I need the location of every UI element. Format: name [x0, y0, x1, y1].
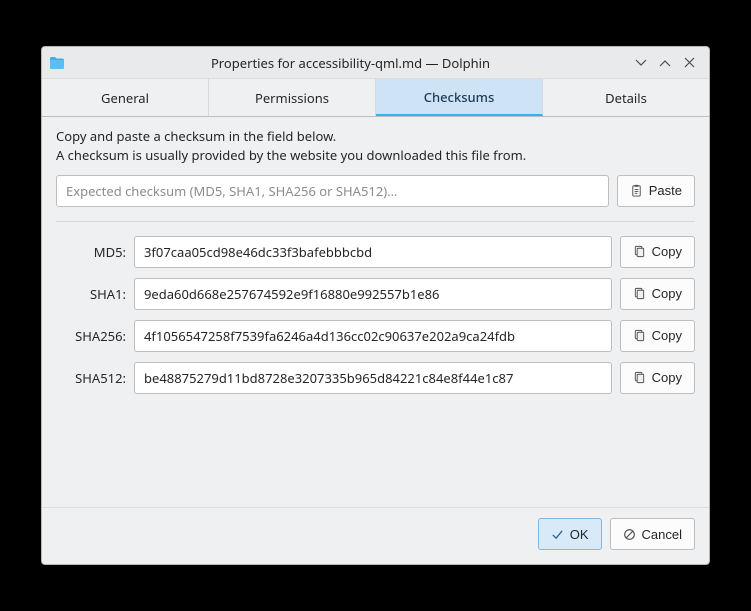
description-line: Copy and paste a checksum in the field b… [56, 127, 336, 145]
tab-checksums[interactable]: Checksums [376, 79, 543, 116]
button-label: Copy [652, 328, 682, 343]
folder-icon [48, 54, 66, 72]
sha1-row: SHA1: Copy [56, 278, 695, 310]
check-icon [551, 528, 564, 541]
button-label: Copy [652, 244, 682, 259]
checksums-panel: Copy and paste a checksum in the field b… [42, 117, 709, 507]
tab-label: General [101, 89, 149, 107]
description-line: A checksum is usually provided by the we… [56, 146, 526, 164]
button-label: Cancel [642, 527, 682, 542]
sha1-value[interactable] [134, 278, 612, 310]
description: Copy and paste a checksum in the field b… [56, 127, 695, 165]
sha512-value[interactable] [134, 362, 612, 394]
button-label: Copy [652, 286, 682, 301]
window-title: Properties for accessibility-qml.md — Do… [72, 54, 629, 72]
button-label: Copy [652, 370, 682, 385]
dialog-footer: OK Cancel [42, 507, 709, 564]
ok-button[interactable]: OK [538, 518, 602, 550]
button-label: Paste [649, 183, 682, 198]
sha512-row: SHA512: Copy [56, 362, 695, 394]
copy-sha256-button[interactable]: Copy [620, 320, 695, 352]
close-button[interactable] [677, 51, 701, 75]
sha256-value[interactable] [134, 320, 612, 352]
tab-label: Details [605, 89, 647, 107]
paste-button[interactable]: Paste [617, 175, 695, 207]
tab-details[interactable]: Details [543, 79, 709, 116]
sha256-row: SHA256: Copy [56, 320, 695, 352]
md5-row: MD5: Copy [56, 236, 695, 268]
copy-icon [633, 287, 646, 300]
separator [56, 221, 695, 222]
sha256-label: SHA256: [56, 327, 126, 345]
md5-value[interactable] [134, 236, 612, 268]
tab-label: Permissions [255, 89, 329, 107]
copy-md5-button[interactable]: Copy [620, 236, 695, 268]
expected-row: Paste [56, 175, 695, 207]
tab-permissions[interactable]: Permissions [209, 79, 376, 116]
sha1-label: SHA1: [56, 285, 126, 303]
copy-sha1-button[interactable]: Copy [620, 278, 695, 310]
maximize-button[interactable] [653, 51, 677, 75]
cancel-button[interactable]: Cancel [610, 518, 695, 550]
copy-icon [633, 245, 646, 258]
button-label: OK [570, 527, 589, 542]
copy-icon [633, 329, 646, 342]
properties-dialog: Properties for accessibility-qml.md — Do… [41, 46, 710, 565]
copy-icon [633, 371, 646, 384]
sha512-label: SHA512: [56, 369, 126, 387]
tab-general[interactable]: General [42, 79, 209, 116]
tab-label: Checksums [424, 88, 495, 106]
titlebar: Properties for accessibility-qml.md — Do… [42, 47, 709, 79]
tab-bar: General Permissions Checksums Details [42, 79, 709, 117]
minimize-button[interactable] [629, 51, 653, 75]
md5-label: MD5: [56, 243, 126, 261]
cancel-icon [623, 528, 636, 541]
clipboard-paste-icon [630, 184, 643, 197]
expected-checksum-input[interactable] [56, 175, 609, 207]
copy-sha512-button[interactable]: Copy [620, 362, 695, 394]
